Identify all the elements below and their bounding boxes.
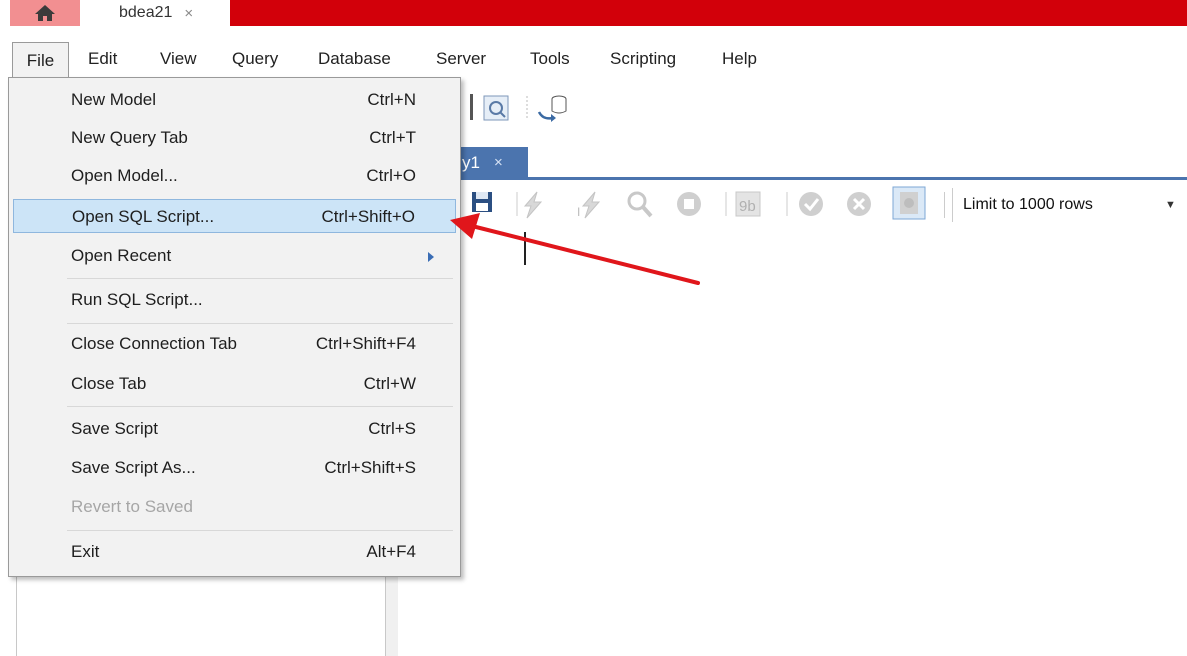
commit-icon[interactable] [785, 190, 825, 220]
menu-item-label: Exit [71, 542, 100, 561]
menu-item-label: Save Script [71, 419, 158, 438]
autocommit-toggle-icon[interactable] [892, 186, 926, 220]
menu-item-new-query-tab[interactable]: New Query Tab Ctrl+T [13, 121, 456, 155]
menu-item-close-tab[interactable]: Close Tab Ctrl+W [13, 367, 456, 401]
submenu-arrow-icon [428, 252, 434, 262]
toggle-continue-icon[interactable]: 9b [724, 190, 764, 220]
menu-item-run-sql-script[interactable]: Run SQL Script... [13, 283, 456, 317]
toolbar-separator [944, 192, 945, 218]
menu-item-exit[interactable]: Exit Alt+F4 [13, 535, 456, 569]
menu-item-shortcut: Ctrl+Shift+F4 [315, 334, 416, 353]
menu-file[interactable]: File [12, 42, 69, 78]
menu-item-shortcut: Ctrl+W [363, 374, 416, 393]
annotation-arrow [450, 213, 700, 285]
menu-item-label: Revert to Saved [71, 497, 193, 516]
home-icon [35, 5, 55, 21]
menu-item-shortcut: Ctrl+Shift+S [324, 458, 416, 477]
menu-item-shortcut: Ctrl+T [369, 128, 416, 147]
menu-help[interactable]: Help [722, 49, 757, 69]
menu-scripting[interactable]: Scripting [610, 49, 676, 69]
connection-tab-label: bdea21 [119, 4, 173, 21]
menu-item-shortcut: Ctrl+O [366, 166, 416, 185]
limit-rows-value: Limit to 1000 rows [963, 196, 1093, 213]
tab-underline [388, 177, 1187, 180]
menu-item-label: Run SQL Script... [71, 290, 203, 309]
close-icon[interactable]: × [184, 5, 193, 22]
menu-item-shortcut: Alt+F4 [366, 542, 416, 561]
menu-item-label: New Model [71, 90, 157, 109]
close-tab-icon[interactable]: × [494, 154, 503, 171]
menu-item-label: Save Script As... [71, 458, 196, 477]
svg-text:9b: 9b [739, 198, 756, 215]
rollback-icon[interactable] [845, 190, 875, 220]
home-tab[interactable] [10, 0, 80, 26]
limit-rows-select[interactable]: Limit to 1000 rows ▼ [952, 188, 1187, 222]
menu-file-label: File [26, 50, 55, 70]
menu-item-label: Open Model... [71, 166, 178, 185]
menu-separator [67, 323, 453, 324]
menu-item-close-connection-tab[interactable]: Close Connection Tab Ctrl+Shift+F4 [13, 327, 456, 361]
menu-item-label: Close Tab [71, 374, 147, 393]
connection-tab[interactable]: bdea21 × [95, 0, 230, 26]
menu-server[interactable]: Server [436, 49, 486, 69]
menu-database[interactable]: Database [318, 49, 391, 69]
chevron-down-icon: ▼ [1165, 199, 1176, 211]
menu-item-open-model[interactable]: Open Model... Ctrl+O [13, 159, 456, 193]
menu-query[interactable]: Query [232, 49, 278, 69]
tab-query-1-label: y1 [462, 152, 480, 172]
panel-splitter[interactable] [386, 575, 398, 656]
file-menu: New Model Ctrl+N New Query Tab Ctrl+T Op… [8, 77, 461, 577]
menu-item-shortcut: Ctrl+N [367, 90, 416, 109]
menu-item-label: Close Connection Tab [71, 334, 238, 353]
reconnect-icon[interactable] [525, 90, 575, 126]
inspector-icon[interactable] [470, 90, 516, 126]
menu-item-label: Open Recent [71, 246, 172, 265]
menu-item-new-model[interactable]: New Model Ctrl+N [13, 83, 456, 117]
menu-tools[interactable]: Tools [530, 49, 570, 69]
menu-item-open-sql-script[interactable]: Open SQL Script... Ctrl+Shift+O [13, 199, 456, 233]
menu-item-save-script[interactable]: Save Script Ctrl+S [13, 412, 456, 446]
brand-band [228, 0, 1187, 26]
schema-panel [16, 575, 386, 656]
menu-item-shortcut: Ctrl+Shift+O [321, 207, 415, 226]
menu-item-save-script-as[interactable]: Save Script As... Ctrl+Shift+S [13, 451, 456, 485]
menu-view[interactable]: View [160, 49, 197, 69]
menu-item-label: Open SQL Script... [72, 207, 215, 226]
menu-item-label: New Query Tab [71, 128, 188, 147]
menu-separator [67, 278, 453, 279]
menu-edit[interactable]: Edit [88, 49, 117, 69]
menu-separator [67, 530, 453, 531]
menu-item-revert-to-saved: Revert to Saved [13, 490, 456, 524]
menu-item-open-recent[interactable]: Open Recent [13, 239, 456, 273]
menu-item-shortcut: Ctrl+S [368, 419, 416, 438]
menu-separator [67, 406, 453, 407]
